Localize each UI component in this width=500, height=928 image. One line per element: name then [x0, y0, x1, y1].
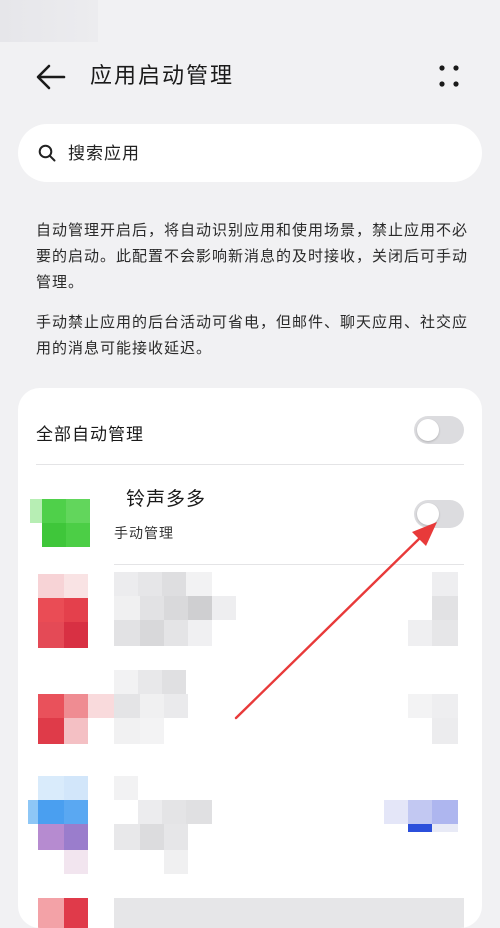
divider: [36, 464, 464, 465]
all-auto-manage-row[interactable]: 全部自动管理: [18, 404, 482, 460]
search-bar[interactable]: [18, 124, 482, 182]
page-title: 应用启动管理: [90, 64, 235, 89]
more-dots-icon[interactable]: [432, 62, 466, 92]
blurred-app-row: [18, 568, 482, 928]
app-manage-status: 手动管理: [114, 526, 174, 542]
app-toggle[interactable]: [414, 500, 464, 528]
toggle-knob: [417, 419, 439, 441]
search-icon: [38, 144, 56, 162]
app-row[interactable]: 铃声多多 手动管理: [18, 466, 482, 564]
all-auto-manage-label: 全部自动管理: [36, 425, 144, 445]
app-name: 铃声多多: [126, 488, 207, 510]
divider: [114, 564, 464, 565]
toggle-knob: [417, 503, 439, 525]
app-icon: [30, 499, 90, 547]
status-bar-blur: [0, 0, 98, 42]
app-list-card: 全部自动管理 铃声多多 手动管理: [18, 388, 482, 928]
header: 应用启动管理: [0, 48, 500, 106]
arrow-left-icon[interactable]: [34, 62, 68, 92]
all-auto-manage-toggle[interactable]: [414, 416, 464, 444]
description-auto-manage: 自动管理开启后，将自动识别应用和使用场景，禁止应用不必要的启动。此配置不会影响新…: [36, 221, 469, 291]
search-input[interactable]: [66, 136, 460, 172]
description-manual-manage: 手动禁止应用的后台活动可省电，但邮件、聊天应用、社交应用的消息可能接收延迟。: [36, 313, 469, 357]
